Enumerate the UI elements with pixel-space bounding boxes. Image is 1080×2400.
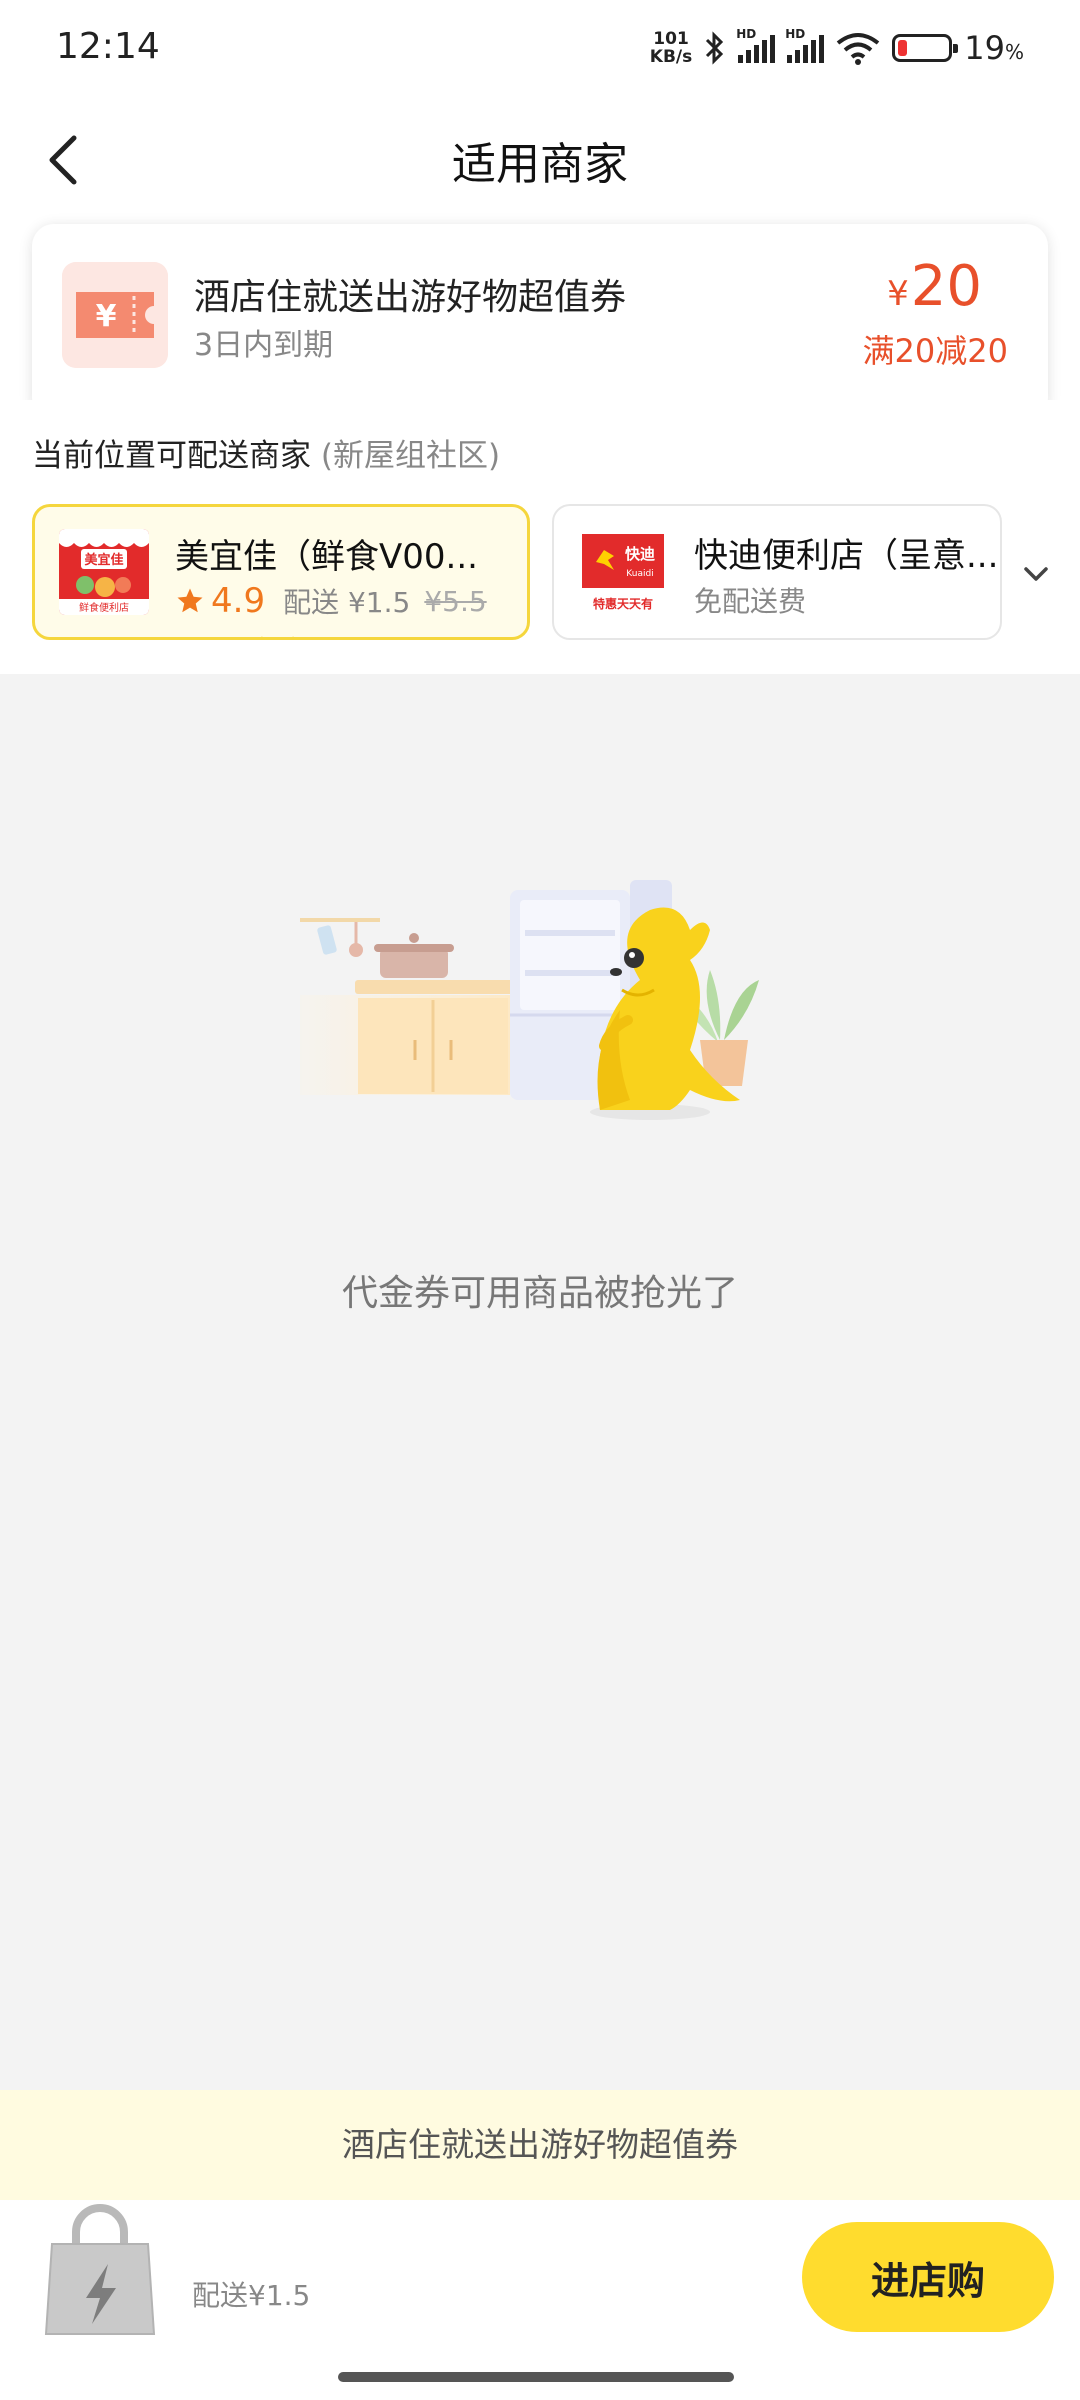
store-meta: 免配送费 (694, 580, 806, 620)
store-name: 美宜佳（鲜食V00... (175, 537, 478, 577)
coupon-rule: 满20减20 (862, 332, 1008, 370)
original-delivery-fee: ¥5.5 (424, 584, 487, 618)
meiyijia-logo: 美宜佳 鲜食便利店 (59, 529, 149, 615)
store-card-meiyijia[interactable]: 美宜佳 鲜食便利店 美宜佳（鲜食V00... 4.9 配送 ¥1.5 ¥5.5 (32, 504, 530, 640)
coupon-banner: 酒店住就送出游好物超值券 (0, 2090, 1080, 2200)
stores-heading: 当前位置可配送商家 (新屋组社区) (32, 438, 501, 474)
svg-text:Kuaidi: Kuaidi (626, 569, 653, 579)
home-indicator[interactable] (338, 2372, 734, 2382)
header: 适用商家 (0, 100, 1080, 220)
stores-section: 当前位置可配送商家 (新屋组社区) 美宜佳 鲜食便利店 美宜佳（鲜食V00...… (0, 400, 1080, 674)
empty-state-message: 代金券可用商品被抢光了 (341, 1273, 738, 1314)
svg-text:美宜佳: 美宜佳 (84, 552, 123, 568)
coupon-expire: 3日内到期 (194, 328, 334, 363)
coupon-section: ¥ 酒店住就送出游好物超值券 3日内到期 ¥20 满20减20 (0, 220, 1080, 420)
wifi-icon (837, 33, 880, 65)
coupon-amount: ¥20 (887, 254, 982, 319)
status-icons: 101 KB/s HD HD 19% (650, 26, 1024, 70)
signal-icon-1: HD (736, 27, 776, 63)
coupon-title: 酒店住就送出游好物超值券 (194, 277, 627, 318)
svg-text:快迪: 快迪 (625, 545, 655, 563)
store-card-kuaidi[interactable]: 快迪 Kuaidi 特惠天天有 快迪便利店（呈意... 免配送费 (552, 504, 1002, 640)
star-icon (177, 588, 203, 613)
kuaidi-logo: 快迪 Kuaidi 特惠天天有 (578, 528, 668, 614)
svg-text:鲜食便利店: 鲜食便利店 (79, 601, 129, 614)
battery-icon (892, 34, 959, 62)
delivery-fee-summary: 配送¥1.5 (192, 2279, 311, 2312)
status-time: 12:14 (56, 26, 160, 67)
enter-store-button[interactable]: 进店购 (802, 2222, 1054, 2332)
chevron-down-icon[interactable] (1018, 556, 1054, 592)
battery-percent: 19% (964, 29, 1024, 67)
network-speed: 101 KB/s (649, 29, 693, 67)
signal-icon-2: HD (785, 27, 825, 63)
battery-level (898, 40, 908, 56)
svg-text:¥: ¥ (96, 299, 117, 334)
delivery-fee: 配送 ¥1.5 (283, 586, 411, 619)
current-location: (新屋组社区) (320, 438, 501, 474)
bottom-bar: 配送¥1.5 进店购 (0, 2200, 1080, 2400)
bluetooth-icon (706, 31, 724, 65)
shopping-bag-icon[interactable] (38, 2200, 162, 2340)
coupon-card: ¥ 酒店住就送出游好物超值券 3日内到期 ¥20 满20减20 (32, 224, 1048, 420)
empty-state-illustration (300, 880, 759, 1120)
svg-text:特惠天天有: 特惠天天有 (593, 596, 653, 611)
store-rating: 4.9 (211, 581, 266, 621)
delivery-fee: 免配送费 (694, 585, 807, 618)
page-title: 适用商家 (452, 139, 628, 190)
coupon-ticket-icon: ¥ (62, 262, 168, 368)
status-bar: 12:14 101 KB/s HD HD 19% (0, 0, 1080, 100)
store-name: 快迪便利店（呈意... (694, 536, 999, 576)
store-meta: 4.9 配送 ¥1.5 ¥5.5 (175, 581, 487, 621)
